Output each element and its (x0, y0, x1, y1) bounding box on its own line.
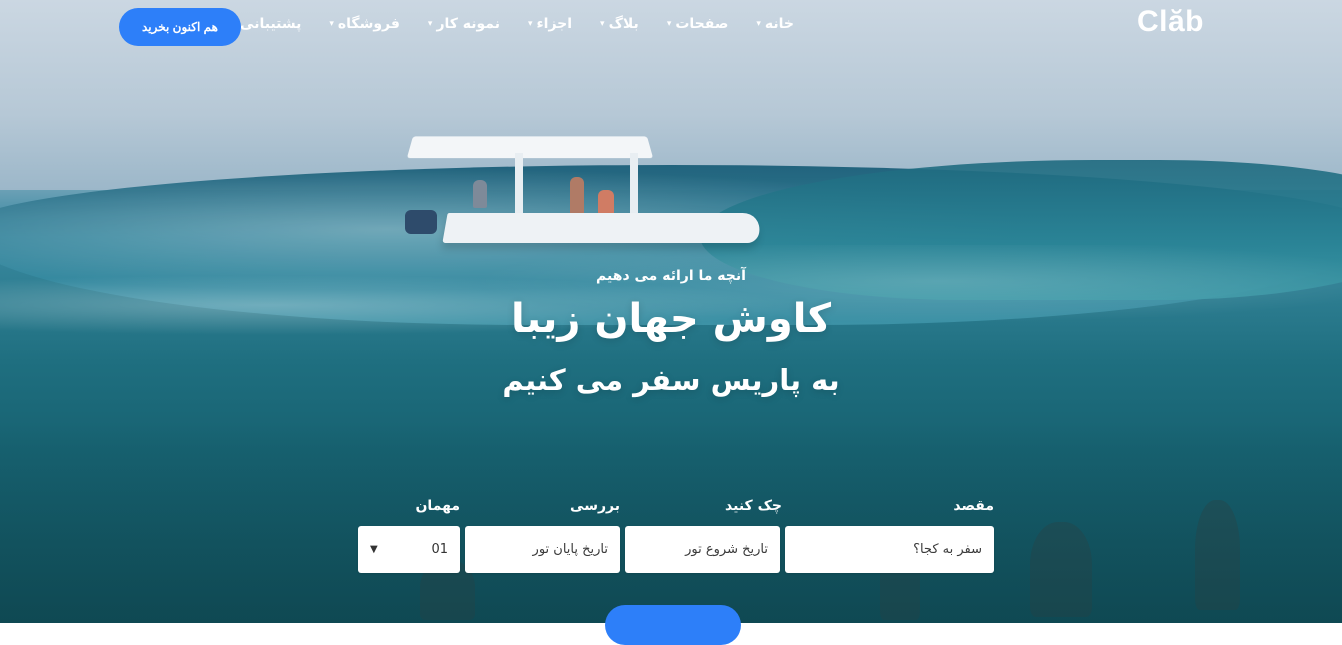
nav-item-label: صفحات (675, 16, 729, 32)
nav-item-label: فروشگاه (337, 16, 400, 32)
site-header: Clăb خانه ▾ صفحات ▾ بلاگ ▾ اجزاء ▾ نمونه کار… (0, 0, 1342, 50)
nav-item-pages[interactable]: صفحات ▾ (667, 16, 729, 32)
guests-select[interactable]: ▼ 01 (358, 526, 460, 573)
chevron-down-icon: ▾ (427, 18, 433, 29)
nav-item-shop[interactable]: فروشگاه ▾ (329, 16, 400, 32)
buy-now-button[interactable]: هم اکنون بخرید (119, 8, 241, 46)
search-button[interactable] (605, 605, 741, 645)
destination-input[interactable] (785, 526, 994, 573)
guests-label: مهمان (415, 498, 460, 514)
boat-image (405, 135, 765, 255)
checkin-field (625, 526, 780, 573)
nav-item-support[interactable]: پشتیبانی▾ (232, 16, 302, 32)
checkin-input[interactable] (625, 526, 780, 573)
destination-field (785, 526, 994, 573)
nav-item-label: بلاگ (608, 16, 639, 32)
nav-item-blog[interactable]: بلاگ ▾ (600, 16, 639, 32)
nav-item-home[interactable]: خانه ▾ (756, 16, 794, 32)
checkout-field (465, 526, 620, 573)
destination-label: مقصد (953, 498, 994, 514)
hero-eyebrow: آنچه ما ارائه می دهیم (596, 268, 746, 284)
logo[interactable]: Clăb (1137, 5, 1204, 39)
checkout-input[interactable] (465, 526, 620, 573)
caret-down-icon: ▼ (370, 544, 378, 555)
main-nav: خانه ▾ صفحات ▾ بلاگ ▾ اجزاء ▾ نمونه کار ▾ فرو… (232, 16, 794, 32)
chevron-down-icon: ▾ (329, 18, 334, 29)
chevron-down-icon: ▾ (527, 18, 533, 29)
chevron-down-icon: ▾ (600, 18, 605, 29)
nav-item-label: نمونه کار (436, 16, 500, 32)
nav-item-label: خانه (764, 16, 794, 32)
hero-subtitle: به پاریس سفر می کنیم (502, 363, 840, 397)
depth-shade (0, 423, 1342, 623)
chevron-down-icon: ▾ (666, 18, 672, 29)
guests-value: 01 (431, 542, 448, 557)
nav-item-components[interactable]: اجزاء ▾ (528, 16, 572, 32)
chevron-down-icon: ▾ (756, 18, 761, 29)
nav-item-label: اجزاء (536, 16, 573, 32)
hero-title: کاوش جهان زیبا (511, 296, 831, 342)
checkin-label: چک کنید (725, 498, 782, 514)
nav-item-portfolio[interactable]: نمونه کار ▾ (428, 16, 500, 32)
checkout-label: بررسی (570, 498, 620, 514)
nav-item-label: پشتیبانی (240, 16, 302, 32)
